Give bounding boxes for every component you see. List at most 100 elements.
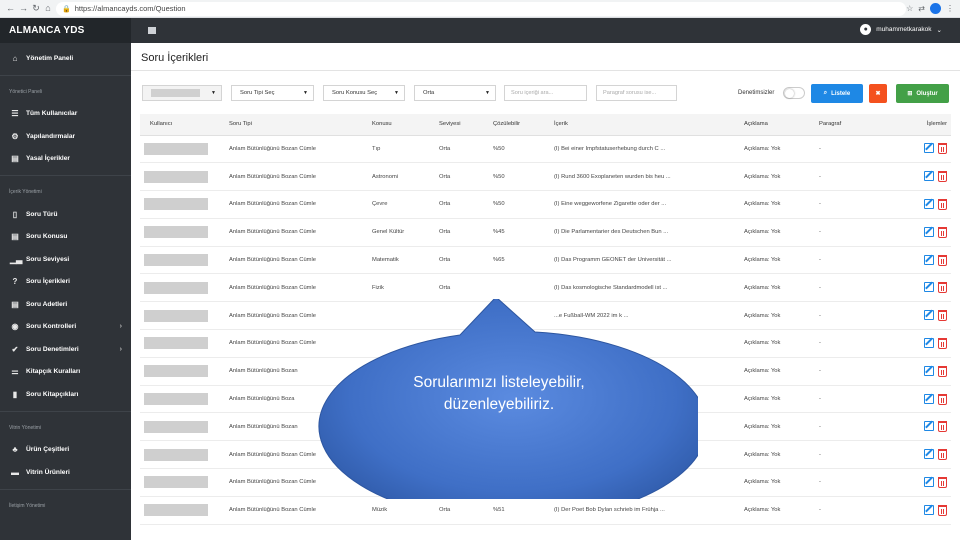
user-select[interactable]: ▼ — [142, 85, 222, 101]
edit-icon[interactable] — [924, 198, 934, 209]
edit-icon[interactable] — [924, 310, 934, 321]
brand-logo[interactable]: ALMANCA YDS — [0, 18, 131, 43]
sidebar-item-users[interactable]: ☰ Tüm Kullanıcılar — [0, 103, 131, 126]
user-cell — [140, 468, 225, 497]
column-header[interactable]: Soru Tipi — [225, 114, 368, 136]
column-header[interactable]: İçerik — [550, 114, 740, 136]
trash-icon[interactable] — [938, 421, 947, 433]
content-search-input[interactable]: Soru içeriği ara... — [504, 85, 587, 101]
trash-icon[interactable] — [938, 337, 947, 349]
column-header[interactable]: Çözülebilir — [489, 114, 550, 136]
sidebar-item-question-counts[interactable]: ▤ Soru Adetleri — [0, 293, 131, 316]
trash-icon[interactable] — [938, 171, 947, 183]
edit-icon[interactable] — [924, 449, 934, 460]
reload-icon[interactable]: ↻ — [32, 3, 40, 14]
profile-icon[interactable] — [930, 3, 941, 14]
list-button[interactable]: ⌕ Listele — [811, 84, 863, 103]
trash-icon[interactable] — [938, 449, 947, 461]
document-icon: ▤ — [11, 232, 19, 242]
trash-icon[interactable] — [938, 310, 947, 322]
column-header[interactable]: Paragraf — [815, 114, 875, 136]
paragraph-input[interactable]: Paragraf sorusu ise... — [596, 85, 677, 101]
sidebar-item-config[interactable]: ⚙ Yapılandırmalar — [0, 125, 131, 148]
row-actions — [879, 198, 951, 210]
edit-icon[interactable] — [924, 365, 934, 376]
table-row[interactable]: Anlam Bütünlüğünü Bozan Cümle Astronomi Or… — [140, 162, 951, 192]
trash-icon[interactable] — [938, 476, 947, 488]
description-cell: Açıklama: Yok — [740, 440, 815, 470]
level-select[interactable]: Orta ▼ — [414, 85, 496, 101]
description-cell: Açıklama: Yok — [740, 385, 815, 414]
topic-cell: Genel Kültür — [368, 218, 435, 247]
trash-icon[interactable] — [938, 504, 947, 516]
user-menu[interactable]: ● muhammetkarakok ⌄ — [860, 24, 942, 35]
edit-icon[interactable] — [924, 337, 934, 348]
sidebar-item-booklets[interactable]: ▮ Soru Kitapçıkları — [0, 383, 131, 406]
column-header[interactable]: Kullanıcı — [140, 114, 225, 136]
edit-icon[interactable] — [924, 421, 934, 432]
star-icon[interactable]: ☆ — [906, 4, 913, 13]
sidebar-item-question-level[interactable]: ▁▃ Soru Seviyesi — [0, 248, 131, 271]
menu-icon[interactable]: ⋮ — [946, 4, 954, 13]
trash-icon[interactable] — [938, 365, 947, 377]
sidebar-item-dashboard[interactable]: ⌂ Yönetim Paneli — [0, 47, 131, 70]
sidebar-item-product-types[interactable]: ♣ Ürün Çeşitleri — [0, 439, 131, 462]
trash-icon[interactable] — [938, 198, 947, 210]
forward-icon[interactable]: → — [19, 3, 28, 14]
edit-icon[interactable] — [924, 476, 934, 487]
home-icon[interactable]: ⌂ — [44, 3, 52, 14]
sidebar-item-question-topic[interactable]: ▤ Soru Konusu — [0, 226, 131, 249]
back-icon[interactable]: ← — [6, 3, 15, 14]
address-bar[interactable]: 🔒 https://almancayds.com/Question — [56, 1, 906, 16]
column-header[interactable]: Konusu — [368, 114, 435, 136]
user-cell — [140, 329, 225, 358]
edit-icon[interactable] — [924, 282, 934, 293]
trash-icon[interactable] — [938, 143, 947, 155]
create-button[interactable]: ⊞ Oluştur — [896, 84, 949, 103]
table-row[interactable]: Anlam Bütünlüğünü Bozan Cümle Müzik Orta %5… — [140, 496, 951, 525]
chart-icon: ▁▃ — [10, 254, 23, 264]
trash-icon[interactable] — [938, 226, 947, 238]
browser-extensions: ☆ ⇄ ⋮ — [906, 3, 954, 14]
trash-icon[interactable] — [938, 393, 947, 405]
type-select-value: Soru Tipi Seç — [240, 90, 275, 96]
row-actions — [879, 421, 951, 433]
blurred-user — [144, 337, 208, 350]
paragraph-cell: - — [815, 162, 875, 192]
edit-icon[interactable] — [924, 393, 934, 404]
table-row[interactable]: Anlam Bütünlüğünü Bozan Cümle Fizik Orta (I… — [140, 273, 951, 303]
topic-select[interactable]: Soru Konusu Seç ▼ — [323, 85, 405, 101]
sidebar-item-showcase-products[interactable]: ▬ Vitrin Ürünleri — [0, 461, 131, 484]
topic-cell: Tıp — [368, 135, 435, 164]
table-row[interactable]: Anlam Bütünlüğünü Bozan Cümle Çevre Orta %5… — [140, 190, 951, 219]
sidebar-item-question-audits[interactable]: ✔ Soru Denetimleri › — [0, 338, 131, 361]
table-row[interactable]: Anlam Bütünlüğünü Bozan Cümle Genel Kültü… — [140, 218, 951, 247]
sidebar-item-question-controls[interactable]: ◉ Soru Kontrolleri › — [0, 316, 131, 339]
sidebar-item-legal[interactable]: ▤ Yasal İçerikler — [0, 148, 131, 171]
unchecked-toggle[interactable] — [783, 87, 805, 99]
edit-icon[interactable] — [924, 171, 934, 182]
sidebar-item-booklet-rules[interactable]: ⚌ Kitapçık Kuralları — [0, 361, 131, 384]
column-header[interactable]: Seviyesi — [435, 114, 489, 136]
table-row[interactable]: Anlam Bütünlüğünü Bozan Cümle Tıp Orta %50(… — [140, 135, 951, 164]
edit-icon[interactable] — [924, 254, 934, 265]
paragraph-placeholder: Paragraf sorusu ise... — [603, 90, 657, 96]
edit-icon[interactable] — [924, 143, 934, 154]
row-actions — [879, 171, 951, 183]
menu-toggle-icon[interactable] — [148, 27, 156, 34]
actions-cell — [875, 135, 951, 164]
sidebar-item-question-contents[interactable]: ? Soru İçerikleri — [0, 271, 131, 294]
table-row[interactable]: Anlam Bütünlüğünü Bozan Cümle Matematik Or… — [140, 246, 951, 275]
column-header[interactable]: Açıklama — [740, 114, 815, 136]
type-select[interactable]: Soru Tipi Seç ▼ — [231, 85, 314, 101]
topic-select-value: Soru Konusu Seç — [332, 90, 378, 96]
clear-button[interactable]: ✖ — [869, 84, 887, 103]
translate-icon[interactable]: ⇄ — [918, 4, 925, 13]
trash-icon[interactable] — [938, 254, 947, 266]
edit-icon[interactable] — [924, 504, 934, 515]
trash-icon[interactable] — [938, 282, 947, 294]
paragraph-cell: - — [815, 135, 875, 164]
file-icon: ▯ — [12, 209, 18, 219]
edit-icon[interactable] — [924, 226, 934, 237]
sidebar-item-question-type[interactable]: ▯ Soru Türü — [0, 203, 131, 226]
